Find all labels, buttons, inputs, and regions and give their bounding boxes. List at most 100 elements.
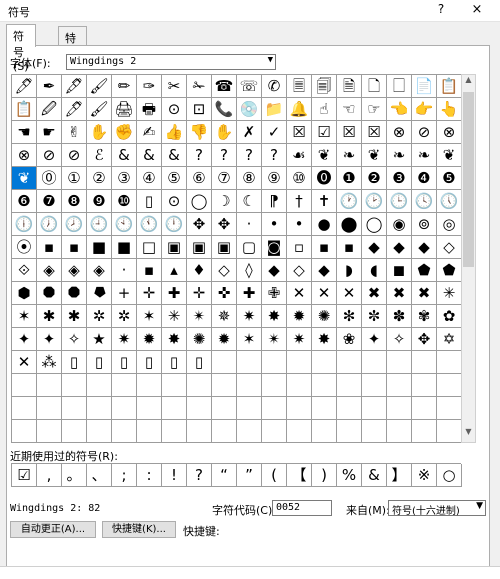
symbol-cell[interactable]: ▪: [37, 236, 62, 259]
symbol-cell[interactable]: ☜: [337, 98, 362, 121]
symbol-cell[interactable]: ✓: [262, 121, 287, 144]
symbol-cell[interactable]: [387, 420, 412, 443]
symbol-cell[interactable]: ✥: [212, 213, 237, 236]
symbol-cell[interactable]: ✥: [412, 328, 437, 351]
symbol-cell[interactable]: ◗: [337, 259, 362, 282]
symbol-cell[interactable]: ✕: [12, 351, 37, 374]
autocorrect-button[interactable]: 自动更正(A)...: [10, 521, 96, 538]
symbol-cell[interactable]: [312, 351, 337, 374]
symbol-cell[interactable]: ⑤: [162, 167, 187, 190]
symbol-cell[interactable]: ⑦: [212, 167, 237, 190]
symbol-cell[interactable]: [187, 420, 212, 443]
symbol-cell[interactable]: ★: [87, 328, 112, 351]
symbol-cell[interactable]: ✸: [162, 328, 187, 351]
symbol-cell[interactable]: ✚: [237, 282, 262, 305]
symbol-cell[interactable]: [412, 420, 437, 443]
symbol-cell[interactable]: ▯: [162, 351, 187, 374]
symbol-cell[interactable]: ☒: [362, 121, 387, 144]
symbol-cell[interactable]: [62, 420, 87, 443]
symbol-cell[interactable]: ⯃: [37, 282, 62, 305]
symbol-cell[interactable]: [287, 351, 312, 374]
symbol-cell[interactable]: ❦: [362, 144, 387, 167]
recent-symbol-cell[interactable]: 。: [62, 464, 87, 487]
symbol-cell[interactable]: ℰ: [87, 144, 112, 167]
symbol-cell[interactable]: [87, 420, 112, 443]
symbol-cell[interactable]: ✖: [387, 282, 412, 305]
symbol-cell[interactable]: ⯃: [62, 282, 87, 305]
symbol-cell[interactable]: ·: [112, 259, 137, 282]
symbol-cell[interactable]: [337, 351, 362, 374]
symbol-cell[interactable]: 🗌: [387, 75, 412, 98]
symbol-cell[interactable]: ◇: [212, 259, 237, 282]
symbol-cell[interactable]: ⊚: [412, 213, 437, 236]
symbol-cell[interactable]: ⬢: [12, 282, 37, 305]
symbol-cell[interactable]: ✺: [187, 328, 212, 351]
symbol-cell[interactable]: 👎: [187, 121, 212, 144]
symbol-cell[interactable]: [12, 420, 37, 443]
symbol-cell[interactable]: ▴: [162, 259, 187, 282]
symbol-cell[interactable]: ✧: [387, 328, 412, 351]
symbol-cell[interactable]: ◙: [262, 236, 287, 259]
symbol-cell[interactable]: ⟐: [12, 259, 37, 282]
symbol-cell[interactable]: ✲: [87, 305, 112, 328]
symbol-cell[interactable]: ✶: [12, 305, 37, 328]
symbol-cell[interactable]: ☙: [287, 144, 312, 167]
symbol-cell[interactable]: ✖: [362, 282, 387, 305]
symbol-cell[interactable]: ▪: [337, 236, 362, 259]
symbol-cell[interactable]: [287, 420, 312, 443]
symbol-cell[interactable]: 🖶: [137, 98, 162, 121]
symbol-cell[interactable]: ✼: [362, 305, 387, 328]
recent-symbol-cell[interactable]: ○: [437, 464, 462, 487]
symbol-cell[interactable]: ▪: [62, 236, 87, 259]
symbol-cell[interactable]: [362, 374, 387, 397]
symbol-cell[interactable]: ✥: [187, 213, 212, 236]
recent-symbol-cell[interactable]: ?: [187, 464, 212, 487]
symbol-cell[interactable]: ▢: [237, 236, 262, 259]
symbol-cell[interactable]: [12, 374, 37, 397]
symbol-cell[interactable]: 👉: [412, 98, 437, 121]
symbol-cell[interactable]: ▣: [187, 236, 212, 259]
symbol-cell[interactable]: [87, 374, 112, 397]
symbol-cell[interactable]: 💿: [237, 98, 262, 121]
symbol-cell[interactable]: 📞: [212, 98, 237, 121]
symbol-cell[interactable]: ✂: [162, 75, 187, 98]
symbol-cell[interactable]: ✖: [412, 282, 437, 305]
symbol-cell[interactable]: ✆: [262, 75, 287, 98]
symbol-cell[interactable]: ✋: [87, 121, 112, 144]
symbol-cell[interactable]: ◇: [437, 236, 462, 259]
symbol-cell[interactable]: ◯: [362, 213, 387, 236]
symbol-cell[interactable]: [337, 374, 362, 397]
symbol-cell[interactable]: 🕘: [87, 213, 112, 236]
symbol-cell[interactable]: [262, 420, 287, 443]
symbol-cell[interactable]: ❿: [112, 190, 137, 213]
symbol-cell[interactable]: ❸: [387, 167, 412, 190]
symbol-cell[interactable]: ⓿: [312, 167, 337, 190]
symbol-cell[interactable]: ◈: [87, 259, 112, 282]
symbol-cell[interactable]: ⊡: [187, 98, 212, 121]
symbol-cell[interactable]: ❧: [412, 144, 437, 167]
symbol-cell[interactable]: •: [262, 213, 287, 236]
symbol-cell[interactable]: [387, 351, 412, 374]
symbol-cell[interactable]: 🕙: [112, 213, 137, 236]
symbol-cell[interactable]: ✽: [387, 305, 412, 328]
tab-special-characters[interactable]: 特殊字符(P): [58, 26, 88, 107]
symbol-cell[interactable]: [387, 374, 412, 397]
symbol-cell[interactable]: ⊘: [37, 144, 62, 167]
symbol-cell[interactable]: □: [137, 236, 162, 259]
symbol-cell[interactable]: ❦: [312, 144, 337, 167]
symbol-cell[interactable]: [412, 397, 437, 420]
symbol-cell[interactable]: [112, 374, 137, 397]
symbol-cell[interactable]: [437, 397, 462, 420]
symbol-cell[interactable]: ◯: [187, 190, 212, 213]
recent-symbol-cell[interactable]: “: [212, 464, 237, 487]
symbol-cell[interactable]: &: [112, 144, 137, 167]
symbol-cell[interactable]: ✁: [187, 75, 212, 98]
symbol-cell[interactable]: [62, 374, 87, 397]
symbol-cell[interactable]: [237, 374, 262, 397]
recent-symbol-cell[interactable]: 【: [287, 464, 312, 487]
symbol-cell[interactable]: [312, 420, 337, 443]
symbol-cell[interactable]: [412, 374, 437, 397]
symbol-cell[interactable]: [337, 420, 362, 443]
symbol-cell[interactable]: ✸: [262, 305, 287, 328]
symbol-cell[interactable]: 👍: [162, 121, 187, 144]
